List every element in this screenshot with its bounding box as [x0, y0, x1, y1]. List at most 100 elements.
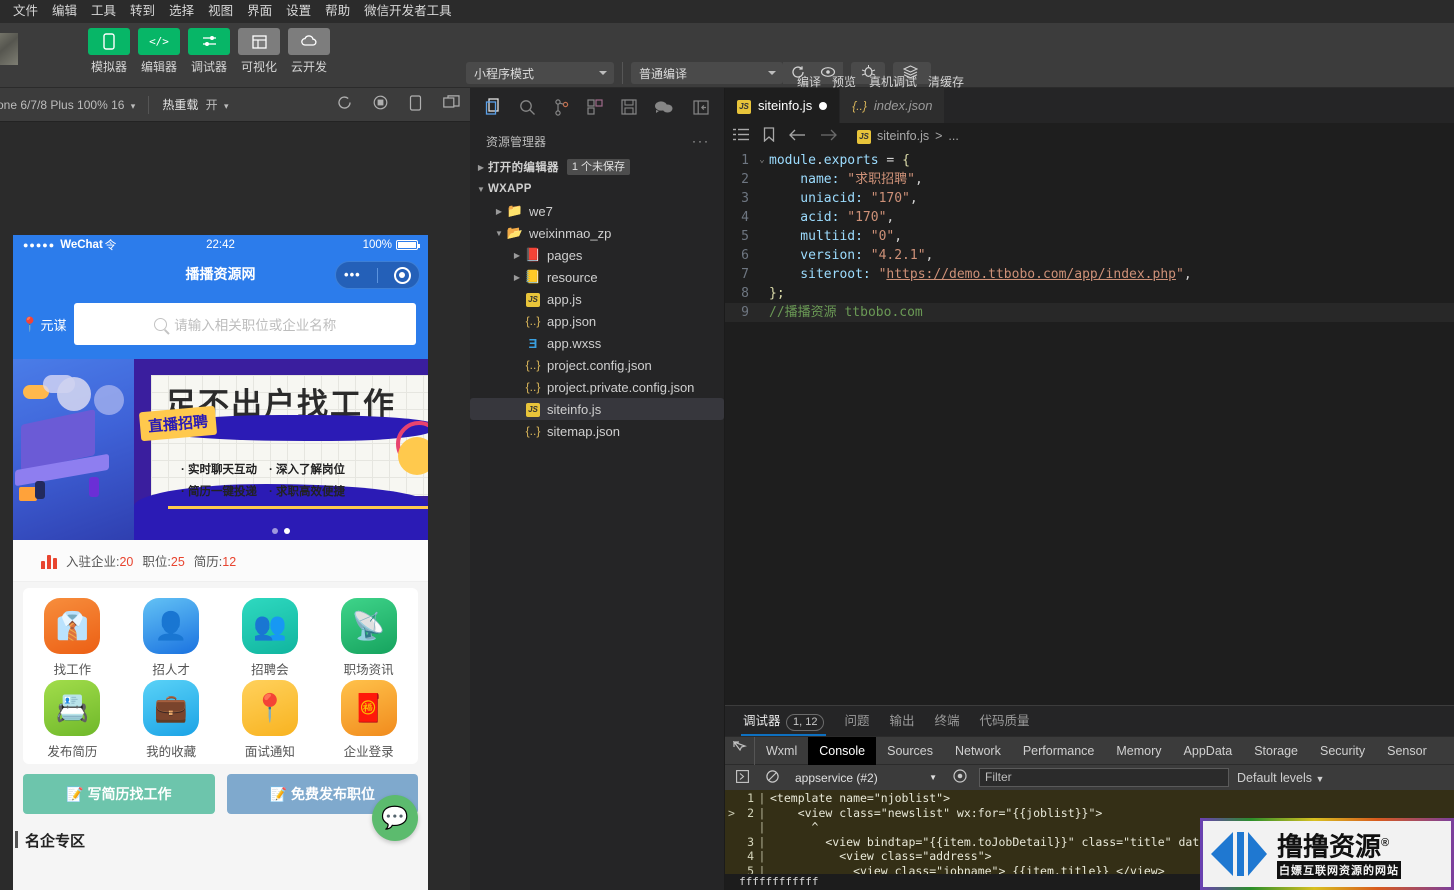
menu-item-view[interactable]: 视图	[201, 0, 240, 23]
tree-item-app-js[interactable]: JS app.js	[470, 288, 724, 310]
devtools-tab-sources[interactable]: Sources	[876, 737, 944, 765]
fold-toggle-icon[interactable]	[755, 284, 769, 303]
log-levels-select[interactable]: Default levels ▼	[1237, 771, 1324, 785]
menu-item-interface[interactable]: 界面	[240, 0, 279, 23]
tree-item-app-wxss[interactable]: Ǝ app.wxss	[470, 332, 724, 354]
console-tab-codequality[interactable]: 代码质量	[970, 706, 1040, 736]
devtools-tab-storage[interactable]: Storage	[1243, 737, 1309, 765]
grid-item-interview[interactable]: 📍 面试通知	[221, 680, 320, 760]
search-icon[interactable]	[510, 90, 544, 124]
grid-item-favorites[interactable]: 💼 我的收藏	[122, 680, 221, 760]
console-tab-terminal[interactable]: 终端	[925, 706, 970, 736]
fold-toggle-icon[interactable]	[755, 170, 769, 189]
record-icon[interactable]	[373, 95, 388, 114]
mode-select[interactable]: 小程序模式	[466, 62, 614, 84]
toolbar-debugger-button[interactable]: 调试器	[188, 28, 230, 75]
phone-icon[interactable]	[409, 95, 422, 114]
devtools-tab-performance[interactable]: Performance	[1012, 737, 1106, 765]
tree-item-we7[interactable]: ▶ 📁 we7	[470, 200, 724, 222]
files-icon[interactable]	[476, 90, 510, 124]
editor-code-area[interactable]: 1⌄module.exports = {2 name: "求职招聘",3 uni…	[725, 149, 1454, 322]
explorer-more-icon[interactable]: ···	[692, 134, 710, 148]
menu-item-goto[interactable]: 转到	[123, 0, 162, 23]
collapse-panel-icon[interactable]	[684, 90, 718, 124]
expand-arrow-icon[interactable]	[725, 820, 738, 835]
tree-item-siteinfo-js[interactable]: JS siteinfo.js	[470, 398, 724, 420]
console-tab-debugger[interactable]: 调试器 1, 12	[733, 706, 834, 736]
nav-back-icon[interactable]	[789, 129, 806, 144]
bookmark-icon[interactable]	[763, 127, 775, 145]
expand-arrow-icon[interactable]: >	[725, 806, 738, 821]
tree-item-project-private-config[interactable]: {..} project.private.config.json	[470, 376, 724, 398]
devtools-tab-sensor[interactable]: Sensor	[1376, 737, 1438, 765]
nav-forward-icon[interactable]	[820, 129, 837, 144]
wechat-capsule[interactable]: •••	[335, 261, 420, 289]
device-select[interactable]: one 6/7/8 Plus 100% 16 ▾	[0, 98, 135, 112]
tree-item-weixinmao-zp[interactable]: ▼ 📂 weixinmao_zp	[470, 222, 724, 244]
fold-toggle-icon[interactable]	[755, 208, 769, 227]
expand-arrow-icon[interactable]	[725, 791, 738, 806]
fold-toggle-icon[interactable]	[755, 246, 769, 265]
console-tab-problems[interactable]: 问题	[834, 706, 879, 736]
tree-item-sitemap-json[interactable]: {..} sitemap.json	[470, 420, 724, 442]
close-target-icon[interactable]	[394, 267, 411, 284]
carousel-dot-active[interactable]	[284, 528, 290, 534]
breadcrumb[interactable]: JS siteinfo.js > ...	[857, 128, 959, 144]
compile-select[interactable]: 普通编译	[631, 62, 783, 84]
grid-item-jobfair[interactable]: 👥 招聘会	[221, 598, 320, 678]
save-icon[interactable]	[612, 90, 646, 124]
devtools-tab-security[interactable]: Security	[1309, 737, 1376, 765]
menu-item-file[interactable]: 文件	[6, 0, 45, 23]
grid-item-news[interactable]: 📡 职场资讯	[319, 598, 418, 678]
devtools-tab-console[interactable]: Console	[808, 737, 876, 765]
menu-item-edit[interactable]: 编辑	[45, 0, 84, 23]
grid-item-companylogin[interactable]: 🧧 企业登录	[319, 680, 418, 760]
execution-context-select[interactable]: appservice (#2) ▼	[791, 768, 941, 787]
more-icon[interactable]: •••	[344, 271, 361, 279]
console-tab-output[interactable]: 输出	[879, 706, 924, 736]
menu-item-devtools[interactable]: 微信开发者工具	[357, 0, 459, 23]
outline-icon[interactable]	[733, 128, 749, 144]
grid-item-recruit[interactable]: 👤 招人才	[122, 598, 221, 678]
tree-item-pages[interactable]: ▶ 📕 pages	[470, 244, 724, 266]
toolbar-editor-button[interactable]: </> 编辑器	[138, 28, 180, 75]
grid-item-findjob[interactable]: 👔 找工作	[23, 598, 122, 678]
write-resume-button[interactable]: 📝 写简历找工作	[23, 774, 215, 814]
toolbar-cloud-button[interactable]: 云开发	[288, 28, 330, 75]
console-filter-input[interactable]: Filter	[979, 768, 1229, 787]
execution-context-icon[interactable]	[731, 770, 753, 786]
toolbar-simulator-button[interactable]: 模拟器	[88, 28, 130, 75]
fold-toggle-icon[interactable]	[755, 227, 769, 246]
project-root-row[interactable]: ▼ WXAPP	[470, 178, 724, 200]
refresh-icon[interactable]	[337, 95, 352, 114]
tree-item-project-config[interactable]: {..} project.config.json	[470, 354, 724, 376]
chat-icon[interactable]: 💬	[372, 795, 418, 841]
grid-item-postresume[interactable]: 📇 发布简历	[23, 680, 122, 760]
detach-icon[interactable]	[443, 95, 460, 114]
source-control-icon[interactable]	[544, 90, 578, 124]
search-input[interactable]: 请输入相关职位或企业名称	[74, 303, 416, 345]
location-selector[interactable]: 📍 元谋	[21, 315, 66, 334]
hot-reload-toggle[interactable]: 热重载 开 ▾	[162, 96, 228, 113]
devtools-tab-wxml[interactable]: Wxml	[755, 737, 808, 765]
editor-tab-siteinfo-js[interactable]: JS siteinfo.js	[725, 88, 840, 123]
banner-carousel[interactable]: 足不出户找工作 · 实时聊天互动· 深入了解岗位 · 简历一键投递· 求职高效便…	[13, 359, 428, 540]
fold-toggle-icon[interactable]	[755, 189, 769, 208]
tree-item-resource[interactable]: ▶ 📒 resource	[470, 266, 724, 288]
carousel-dot[interactable]	[272, 528, 278, 534]
wechat-icon[interactable]	[646, 90, 680, 124]
fold-toggle-icon[interactable]	[755, 265, 769, 284]
expand-arrow-icon[interactable]	[725, 835, 738, 850]
fold-toggle-icon[interactable]	[755, 303, 769, 322]
toolbar-visual-button[interactable]: 可视化	[238, 28, 280, 75]
extensions-icon[interactable]	[578, 90, 612, 124]
menu-item-help[interactable]: 帮助	[318, 0, 357, 23]
devtools-tab-memory[interactable]: Memory	[1105, 737, 1172, 765]
console-settings-icon[interactable]	[949, 769, 971, 786]
carousel-indicators[interactable]	[134, 528, 428, 534]
expand-arrow-icon[interactable]	[725, 849, 738, 864]
menu-item-settings[interactable]: 设置	[279, 0, 318, 23]
open-editors-row[interactable]: ▶ 打开的编辑器 1 个未保存	[470, 156, 724, 178]
clear-console-icon[interactable]	[761, 770, 783, 786]
devtools-tab-appdata[interactable]: AppData	[1173, 737, 1244, 765]
